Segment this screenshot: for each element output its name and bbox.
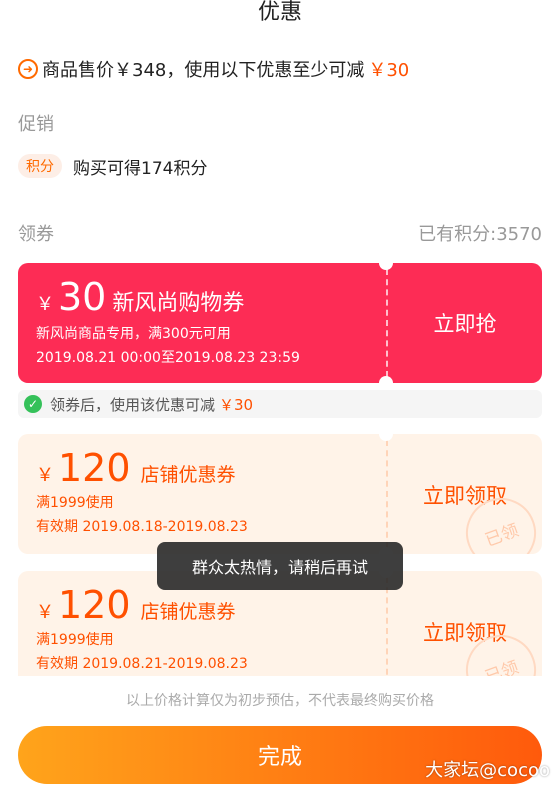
page-title: 优惠 [257, 0, 302, 25]
watermark: 大家坛@cocoo [425, 760, 550, 781]
coupons-section-label: 领券 [18, 224, 54, 245]
store-coupon-amount: 120 [58, 446, 131, 490]
store-coupon-name: 店铺优惠券 [140, 601, 236, 623]
points-text: 购买可得174积分 [73, 159, 208, 179]
store-coupon-validity: 有效期 2019.08.18-2019.08.23 [36, 519, 248, 535]
arrow-circle-icon: ➜ [18, 59, 38, 79]
coupon-main-info: ￥ 30 新风尚购物券 新风尚商品专用，满300元可用 2019.08.21 0… [18, 263, 386, 383]
toast-message: 群众太热情，请稍后再试 [157, 542, 403, 590]
owned-points: 已有积分:3570 [418, 224, 542, 245]
coupon-main-validity: 2019.08.21 00:00至2019.08.23 23:59 [36, 350, 300, 366]
check-circle-icon: ✓ [24, 395, 42, 413]
coupon-main: ￥ 30 新风尚购物券 新风尚商品专用，满300元可用 2019.08.21 0… [18, 263, 542, 383]
store-coupon-currency: ￥ [36, 465, 54, 486]
store-coupon-name: 店铺优惠券 [140, 464, 236, 486]
price-summary-amount: ￥30 [368, 60, 410, 81]
store-coupon: ￥ 120 店铺优惠券 满1999使用 有效期 2019.08.18-2019.… [18, 434, 542, 554]
coupon-tip-amount: ￥30 [219, 395, 254, 414]
store-coupon-info: ￥ 120 店铺优惠券 满1999使用 有效期 2019.08.18-2019.… [18, 434, 386, 554]
price-summary: ➜ 商品售价￥348，使用以下优惠至少可减 ￥30 [18, 56, 409, 82]
coupon-main-name: 新风尚购物券 [112, 291, 245, 316]
store-coupon-condition: 满1999使用 [36, 632, 114, 648]
store-coupon-condition: 满1999使用 [36, 495, 114, 511]
coupon-main-amount: 30 [58, 275, 107, 319]
store-coupon-currency: ￥ [36, 602, 54, 623]
disclaimer-text: 以上价格计算仅为初步预估，不代表最终购买价格 [126, 693, 434, 709]
points-badge: 积分 [18, 154, 62, 178]
price-summary-text: 商品售价￥348，使用以下优惠至少可减 [42, 60, 365, 81]
coupon-main-currency: ￥ [36, 294, 54, 315]
store-coupon-validity: 有效期 2019.08.21-2019.08.23 [36, 656, 248, 672]
grab-coupon-button[interactable]: 立即抢 [388, 263, 542, 383]
promo-section-label: 促销 [18, 114, 54, 135]
store-coupon-amount: 120 [58, 583, 131, 627]
coupon-tip: ✓ 领券后，使用该优惠可减 ￥30 [18, 390, 542, 418]
coupon-main-desc: 新风尚商品专用，满300元可用 [36, 326, 231, 342]
coupon-tip-text: 领券后，使用该优惠可减 [50, 395, 216, 414]
